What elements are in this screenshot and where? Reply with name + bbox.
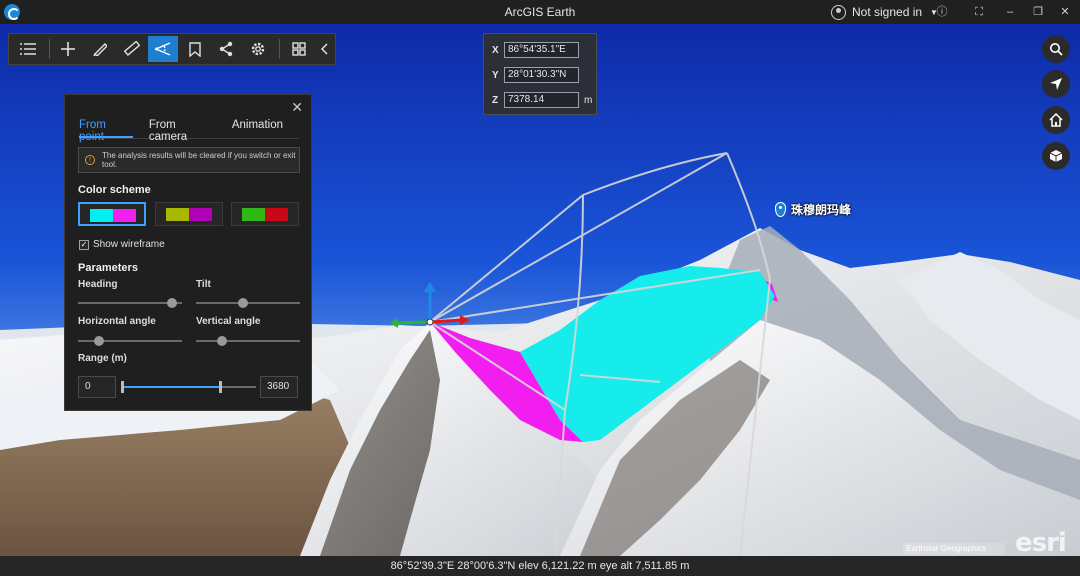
z-unit: m bbox=[584, 94, 593, 106]
chevron-left-icon[interactable] bbox=[315, 36, 333, 62]
navigate-icon[interactable] bbox=[1042, 70, 1070, 98]
x-value[interactable]: 86°54'35.1"E bbox=[504, 42, 579, 58]
viewshed-icon[interactable] bbox=[148, 36, 178, 62]
measure-icon[interactable] bbox=[117, 36, 147, 62]
sign-in-label: Not signed in bbox=[852, 5, 923, 19]
toolbar-separator bbox=[48, 39, 50, 59]
slider-knob[interactable] bbox=[166, 298, 177, 308]
map-pin-icon bbox=[775, 202, 786, 217]
swatch-hidden-color bbox=[113, 209, 136, 222]
tab-from-point[interactable]: From point bbox=[79, 117, 133, 143]
attribution-text: Earthstar Geographics bbox=[903, 543, 1005, 555]
y-coordinate-row: Y 28°01'30.3"N bbox=[492, 67, 579, 83]
everest-placemark[interactable]: 珠穆朗玛峰 bbox=[775, 201, 851, 218]
home-icon[interactable] bbox=[1042, 106, 1070, 134]
z-value[interactable]: 7378.14 bbox=[504, 92, 579, 108]
warning-message: ! The analysis results will be cleared i… bbox=[78, 147, 300, 173]
z-label: Z bbox=[492, 94, 499, 106]
warning-text: The analysis results will be cleared if … bbox=[102, 151, 296, 169]
swatch-visible-color bbox=[90, 209, 113, 222]
color-scheme-option-3[interactable] bbox=[231, 202, 299, 226]
restore-button[interactable]: ❐ bbox=[1029, 4, 1047, 20]
toolbar-separator bbox=[278, 39, 280, 59]
swatch-hidden-color bbox=[265, 208, 288, 221]
bookmark-icon[interactable] bbox=[180, 36, 210, 62]
fullscreen-icon[interactable]: ⛶ bbox=[970, 4, 988, 20]
slider-knob[interactable] bbox=[217, 336, 227, 346]
tilt-label: Tilt bbox=[196, 279, 211, 290]
swatch-visible-color bbox=[242, 208, 265, 221]
y-value[interactable]: 28°01'30.3"N bbox=[504, 67, 579, 83]
y-label: Y bbox=[492, 69, 499, 81]
color-scheme-option-1[interactable] bbox=[78, 202, 146, 226]
range-min-handle[interactable] bbox=[121, 381, 124, 393]
info-icon[interactable]: ⓘ bbox=[933, 4, 951, 20]
sketch-icon[interactable] bbox=[85, 36, 115, 62]
heading-label: Heading bbox=[78, 279, 118, 290]
slider-knob[interactable] bbox=[93, 336, 104, 346]
vertical-angle-label: Vertical angle bbox=[196, 316, 261, 327]
parameters-heading: Parameters bbox=[78, 262, 138, 274]
range-slider[interactable] bbox=[121, 381, 256, 393]
search-icon[interactable] bbox=[1042, 35, 1070, 63]
color-scheme-heading: Color scheme bbox=[78, 184, 151, 196]
color-scheme-option-2[interactable] bbox=[155, 202, 223, 226]
sign-in-menu[interactable]: Not signed in ▼ bbox=[831, 3, 938, 21]
z-coordinate-row: Z 7378.14 m bbox=[492, 92, 592, 108]
tab-animation[interactable]: Animation bbox=[232, 117, 283, 138]
range-fill bbox=[122, 386, 220, 388]
coordinate-readout: X 86°54'35.1"E Y 28°01'30.3"N Z 7378.14 … bbox=[483, 33, 597, 115]
add-icon[interactable] bbox=[54, 36, 84, 62]
viewshed-tabs: From point From camera Animation bbox=[79, 117, 299, 143]
arcgis-earth-window: ArcGIS Earth Not signed in ▼ ⓘ ⛶ – ❐ ✕ X… bbox=[0, 0, 1080, 576]
tab-from-camera[interactable]: From camera bbox=[149, 117, 216, 143]
show-wireframe-checkbox[interactable]: ✓ Show wireframe bbox=[79, 239, 165, 250]
warning-icon: ! bbox=[85, 155, 95, 165]
esri-logo: esri bbox=[1015, 528, 1067, 558]
horizontal-angle-label: Horizontal angle bbox=[78, 316, 156, 327]
range-max-handle[interactable] bbox=[218, 381, 222, 393]
vertical-angle-slider[interactable] bbox=[196, 336, 300, 346]
close-window-button[interactable]: ✕ bbox=[1056, 4, 1074, 20]
list-icon[interactable] bbox=[13, 36, 43, 62]
swatch-hidden-color bbox=[189, 208, 212, 221]
viewshed-panel: ✕ From point From camera Animation ! The… bbox=[64, 94, 312, 411]
title-bar: ArcGIS Earth Not signed in ▼ ⓘ ⛶ – ❐ ✕ bbox=[0, 0, 1080, 24]
placemark-label: 珠穆朗玛峰 bbox=[791, 203, 852, 217]
close-icon[interactable]: ✕ bbox=[291, 99, 303, 116]
grid-icon[interactable] bbox=[284, 36, 314, 62]
main-toolbar bbox=[8, 33, 336, 65]
share-icon[interactable] bbox=[212, 36, 242, 62]
horizontal-angle-slider[interactable] bbox=[78, 336, 182, 346]
swatch-visible-color bbox=[166, 208, 189, 221]
range-min-input[interactable]: 0 bbox=[78, 376, 116, 398]
minimize-button[interactable]: – bbox=[1001, 4, 1019, 20]
checkbox-check-icon: ✓ bbox=[79, 239, 89, 250]
x-label: X bbox=[492, 44, 499, 56]
slider-knob[interactable] bbox=[237, 298, 248, 308]
3d-cube-icon[interactable] bbox=[1042, 142, 1070, 170]
status-bar: 86°52'39.3"E 28°00'6.3"N elev 6,121.22 m… bbox=[0, 556, 1080, 576]
range-max-input[interactable]: 3680 bbox=[260, 376, 298, 398]
user-icon bbox=[831, 4, 846, 20]
settings-icon[interactable] bbox=[243, 36, 273, 62]
x-coordinate-row: X 86°54'35.1"E bbox=[492, 42, 579, 58]
range-label: Range (m) bbox=[78, 353, 127, 364]
show-wireframe-label: Show wireframe bbox=[93, 239, 165, 250]
tilt-slider[interactable] bbox=[196, 298, 300, 308]
heading-slider[interactable] bbox=[78, 298, 182, 308]
